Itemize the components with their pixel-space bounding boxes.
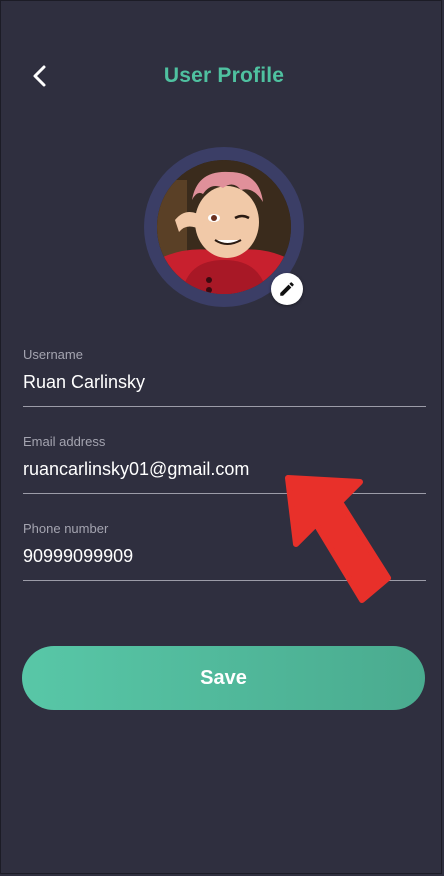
edit-avatar-button[interactable] xyxy=(271,273,303,305)
page-title: User Profile xyxy=(163,64,285,87)
avatar-illustration xyxy=(157,160,291,294)
username-input[interactable] xyxy=(23,368,426,396)
annotation-arrow xyxy=(285,475,391,603)
pencil-icon xyxy=(280,282,294,296)
email-label: Email address xyxy=(23,434,106,449)
app-header: User Profile xyxy=(0,52,444,102)
username-underline xyxy=(23,406,426,407)
username-field: Username xyxy=(23,347,426,407)
avatar-container xyxy=(144,147,304,307)
save-button[interactable]: Save xyxy=(22,646,425,710)
avatar xyxy=(157,160,291,294)
username-label: Username xyxy=(23,347,83,362)
